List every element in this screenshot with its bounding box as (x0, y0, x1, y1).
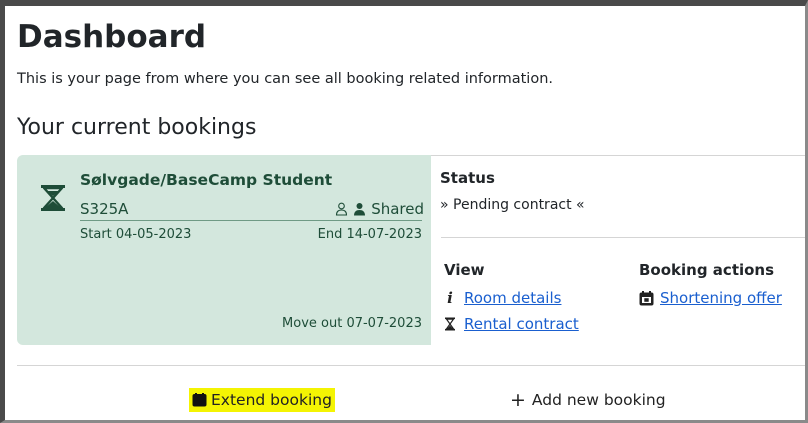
card-top-divider (431, 155, 808, 156)
calendar-filled-icon (192, 393, 207, 407)
room-number: S325A (80, 200, 129, 218)
page-title: Dashboard (17, 19, 207, 55)
status-value: » Pending contract « (440, 197, 585, 213)
page-description: This is your page from where you can see… (17, 71, 553, 87)
status-divider (441, 237, 808, 238)
shortening-offer-row: Shortening offer (639, 288, 782, 308)
rental-contract-link[interactable]: Rental contract (464, 314, 579, 334)
footer-divider (17, 365, 808, 366)
calendar-icon (639, 290, 654, 305)
booking-actions-label: Booking actions (639, 261, 775, 279)
add-booking-button[interactable]: + Add new booking (510, 388, 666, 412)
end-date: End 14-07-2023 (317, 227, 422, 242)
room-details-link[interactable]: Room details (464, 288, 561, 308)
card-divider (80, 220, 422, 221)
rental-contract-row: Rental contract (444, 314, 579, 334)
extend-booking-button[interactable]: Extend booking (189, 388, 335, 412)
person-icon (353, 202, 366, 216)
room-type: Shared (335, 199, 424, 219)
hourglass-icon (41, 185, 65, 211)
hourglass-small-icon (445, 317, 455, 331)
shortening-offer-link[interactable]: Shortening offer (660, 288, 782, 308)
move-out-date: Move out 07-07-2023 (282, 316, 422, 331)
room-details-row: i Room details (444, 288, 561, 308)
section-title: Your current bookings (17, 115, 257, 140)
person-outline-icon (335, 202, 348, 216)
room-type-label: Shared (371, 200, 424, 218)
status-label: Status (440, 169, 495, 187)
view-label: View (444, 261, 485, 279)
plus-icon: + (510, 388, 526, 411)
extend-booking-label: Extend booking (211, 391, 332, 409)
start-date: Start 04-05-2023 (80, 227, 192, 242)
add-booking-label: Add new booking (531, 391, 666, 409)
info-icon: i (447, 289, 453, 307)
property-name: Sølvgade/BaseCamp Student (80, 171, 333, 189)
